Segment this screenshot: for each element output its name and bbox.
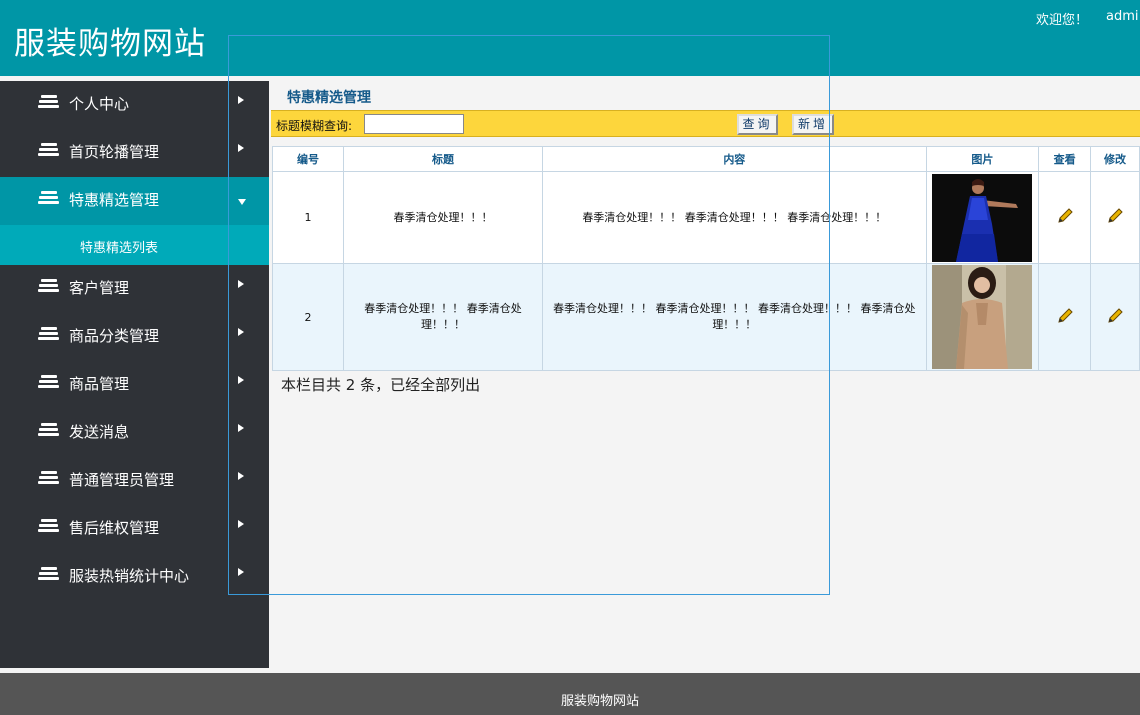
sidebar-item-label: 商品分类管理: [69, 327, 160, 345]
chevron-right-icon: [238, 424, 244, 432]
stack-icon: [38, 278, 60, 296]
table-row: 1 春季清仓处理！！！ 春季清仓处理！！！ 春季清仓处理！！！ 春季清仓处理！！…: [272, 171, 1140, 264]
cell-id: 2: [272, 263, 344, 371]
stack-icon: [38, 518, 60, 536]
sidebar-subitem-special-offers-list[interactable]: 特惠精选列表: [0, 225, 269, 265]
sidebar-item-customer-management[interactable]: 客户管理: [0, 265, 269, 313]
sidebar-subitem-label: 特惠精选列表: [80, 241, 159, 256]
cell-content: 春季清仓处理！！！ 春季清仓处理！！！ 春季清仓处理！！！: [542, 171, 927, 264]
sidebar-item-label: 特惠精选管理: [69, 191, 160, 209]
table-header-row: 编号 标题 内容 图片 查看 修改: [272, 146, 1140, 172]
stack-icon: [38, 190, 60, 208]
sidebar-item-after-sales[interactable]: 售后维权管理: [0, 505, 269, 553]
column-header-id: 编号: [272, 146, 344, 172]
sidebar-item-product-management[interactable]: 商品管理: [0, 361, 269, 409]
column-header-view: 查看: [1038, 146, 1092, 172]
sidebar-item-carousel-management[interactable]: 首页轮播管理: [0, 129, 269, 177]
chevron-right-icon: [238, 376, 244, 384]
chevron-down-icon: [238, 199, 246, 205]
sidebar-item-label: 首页轮播管理: [69, 143, 160, 161]
page-title: 特惠精选管理: [287, 90, 371, 106]
stack-icon: [38, 142, 60, 160]
cell-id: 1: [272, 171, 344, 264]
cell-edit: [1090, 171, 1140, 264]
search-input[interactable]: [364, 114, 464, 134]
sidebar-item-category-management[interactable]: 商品分类管理: [0, 313, 269, 361]
pencil-icon[interactable]: [1056, 207, 1074, 225]
search-label: 标题模糊查询:: [276, 119, 353, 133]
stack-icon: [38, 422, 60, 440]
sidebar-item-sales-statistics[interactable]: 服装热销统计中心: [0, 553, 269, 601]
chevron-right-icon: [238, 96, 244, 104]
chevron-right-icon: [238, 144, 244, 152]
stack-icon: [38, 326, 60, 344]
cell-edit: [1090, 263, 1140, 371]
column-header-image: 图片: [925, 146, 1040, 172]
sidebar-item-label: 个人中心: [69, 95, 130, 113]
stack-icon: [38, 94, 60, 112]
sidebar-item-send-message[interactable]: 发送消息: [0, 409, 269, 457]
column-header-content: 内容: [542, 146, 927, 172]
product-thumbnail: [932, 265, 1033, 369]
sidebar-item-personal-center[interactable]: 个人中心: [0, 81, 269, 129]
user-name-link[interactable]: admi: [1106, 9, 1139, 24]
cell-view: [1038, 263, 1092, 371]
cell-view: [1038, 171, 1092, 264]
cell-title: 春季清仓处理！！！: [342, 171, 544, 264]
chevron-right-icon: [238, 520, 244, 528]
sidebar-item-label: 商品管理: [69, 375, 130, 393]
chevron-right-icon: [238, 568, 244, 576]
pencil-icon[interactable]: [1106, 207, 1124, 225]
sidebar-item-admin-management[interactable]: 普通管理员管理: [0, 457, 269, 505]
site-title: 服装购物网站: [14, 26, 206, 62]
record-summary: 本栏目共 2 条，已经全部列出: [281, 376, 481, 394]
chevron-right-icon: [238, 328, 244, 336]
sidebar-item-label: 客户管理: [69, 279, 130, 297]
pencil-icon[interactable]: [1056, 307, 1074, 325]
sidebar: 个人中心 首页轮播管理 特惠精选管理 特惠精选列表 客户管理 商品分类管理 商品…: [0, 81, 269, 668]
cell-image: [925, 263, 1040, 371]
stack-icon: [38, 470, 60, 488]
data-table: 编号 标题 内容 图片 查看 修改 1 春季清仓处理！！！ 春季清仓处理！！！ …: [272, 146, 1140, 371]
cell-image: [925, 171, 1040, 264]
footer-text: 服装购物网站: [561, 694, 640, 709]
column-header-edit: 修改: [1090, 146, 1140, 172]
sidebar-item-special-offers[interactable]: 特惠精选管理: [0, 177, 269, 225]
column-header-title: 标题: [342, 146, 544, 172]
stack-icon: [38, 566, 60, 584]
footer: 服装购物网站: [0, 673, 1140, 715]
product-thumbnail: [932, 173, 1033, 262]
sidebar-item-label: 发送消息: [69, 423, 130, 441]
search-bar: 标题模糊查询: 查询 新增: [271, 110, 1140, 137]
welcome-text: 欢迎您！: [1036, 13, 1089, 28]
query-button[interactable]: 查询: [737, 114, 778, 135]
header-bar: 服装购物网站 欢迎您！ admi: [0, 0, 1140, 76]
sidebar-item-label: 服装热销统计中心: [69, 567, 190, 585]
pencil-icon[interactable]: [1106, 307, 1124, 325]
cell-title: 春季清仓处理！！！ 春季清仓处理！！！: [342, 263, 544, 371]
sidebar-item-label: 售后维权管理: [69, 519, 160, 537]
sidebar-item-label: 普通管理员管理: [69, 471, 175, 489]
chevron-right-icon: [238, 472, 244, 480]
add-button[interactable]: 新增: [792, 114, 834, 135]
cell-content: 春季清仓处理！！！ 春季清仓处理！！！ 春季清仓处理！！！ 春季清仓处理！！！: [542, 263, 927, 371]
stack-icon: [38, 374, 60, 392]
table-row: 2 春季清仓处理！！！ 春季清仓处理！！！ 春季清仓处理！！！ 春季清仓处理！！…: [272, 263, 1140, 371]
chevron-right-icon: [238, 280, 244, 288]
